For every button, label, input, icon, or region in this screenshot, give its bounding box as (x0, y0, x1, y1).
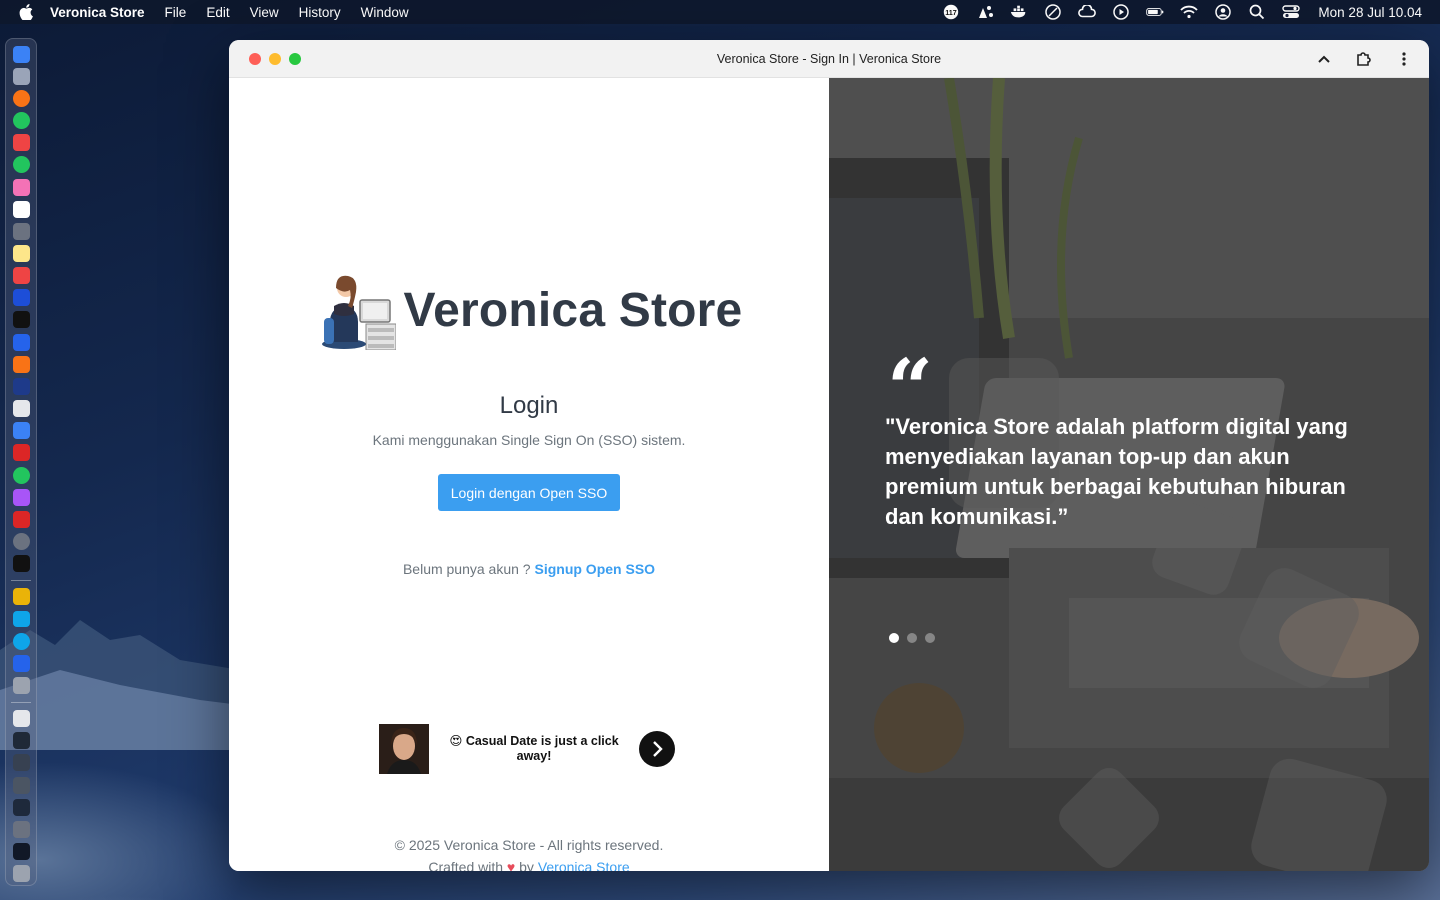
battery-icon[interactable] (1146, 4, 1164, 20)
dock (5, 38, 37, 886)
apple-menu-icon[interactable] (18, 4, 34, 20)
window-titlebar[interactable]: Veronica Store - Sign In | Veronica Stor… (229, 40, 1429, 78)
chevron-up-icon[interactable] (1309, 46, 1339, 72)
carousel-dot[interactable] (907, 633, 917, 643)
carousel-dot[interactable] (889, 633, 899, 643)
play-icon[interactable] (1112, 4, 1130, 20)
menu-window[interactable]: Window (361, 5, 409, 20)
sublime-icon[interactable] (12, 355, 30, 373)
whatsapp-icon[interactable] (12, 156, 30, 174)
menu-file[interactable]: File (165, 5, 187, 20)
user-account-icon[interactable] (1214, 4, 1232, 20)
signup-prompt: Belum punya akun ? Signup Open SSO (403, 561, 655, 577)
notification-badge-icon[interactable]: 117 (942, 4, 960, 20)
wifi-icon[interactable] (1180, 4, 1199, 20)
creative-cloud-icon[interactable] (1078, 4, 1097, 20)
docker-icon[interactable] (1010, 4, 1028, 20)
signup-prompt-text: Belum punya akun ? (402, 561, 535, 577)
footer-brand-link[interactable]: Veronica Store (538, 859, 630, 871)
vscode-icon[interactable] (12, 333, 30, 351)
brand-logo-icon (321, 275, 396, 350)
minimized-window-icon[interactable] (12, 798, 30, 816)
zoom-window-button[interactable] (289, 52, 301, 65)
settings-icon[interactable] (12, 533, 30, 550)
notes-icon[interactable] (12, 245, 30, 262)
copyright-text: © 2025 Veronica Store - All rights reser… (394, 837, 664, 853)
filezilla-icon[interactable] (12, 444, 30, 462)
brand-name: Veronica Store (403, 283, 743, 337)
browser-window: Veronica Store - Sign In | Veronica Stor… (229, 40, 1429, 871)
docker-app-icon[interactable] (12, 610, 30, 628)
heart-icon: ♥ (506, 859, 516, 871)
login-sso-button[interactable]: Login dengan Open SSO (437, 474, 621, 511)
menu-view[interactable]: View (250, 5, 279, 20)
minimize-window-button[interactable] (269, 52, 281, 65)
menu-bar: Veronica Store File Edit View History Wi… (0, 0, 1440, 24)
page-footer: © 2025 Veronica Store - All rights reser… (229, 834, 829, 871)
control-center-icon[interactable] (1282, 4, 1301, 20)
carousel-dot[interactable] (925, 633, 935, 643)
feather-icon[interactable] (1044, 4, 1062, 20)
finder-icon[interactable] (12, 45, 30, 63)
window-title: Veronica Store - Sign In | Veronica Stor… (716, 51, 942, 66)
launchpad-icon[interactable] (12, 67, 30, 85)
photo-app-icon[interactable] (12, 676, 30, 694)
crafted-prefix: Crafted with (428, 859, 507, 871)
menu-edit[interactable]: Edit (206, 5, 229, 20)
crafted-line: Crafted with ♥ by Veronica Store (229, 856, 829, 871)
anydesk-icon[interactable] (12, 510, 30, 528)
menu-history[interactable]: History (299, 5, 341, 20)
activity-monitor-icon[interactable] (12, 555, 30, 573)
photos-icon[interactable] (12, 178, 30, 196)
testimonial-quote: "Veronica Store adalah platform digital … (885, 414, 1348, 529)
network-activity-icon[interactable] (976, 4, 994, 20)
window-controls (249, 52, 301, 65)
word-icon[interactable] (12, 654, 30, 672)
firefox-icon[interactable] (12, 89, 30, 107)
brand-header: Veronica Store (316, 270, 743, 350)
minimized-window-icon[interactable] (12, 732, 30, 750)
calculator-icon[interactable] (12, 222, 30, 240)
minimized-window-icon[interactable] (12, 843, 30, 861)
crafted-by: by (515, 859, 538, 871)
search-icon[interactable] (1248, 4, 1266, 20)
telegram-icon[interactable] (12, 632, 30, 650)
chrome-icon[interactable] (12, 112, 30, 130)
more-options-icon[interactable] (1389, 46, 1419, 72)
calendar-icon[interactable] (12, 200, 30, 218)
menubar-clock[interactable]: Mon 28 Jul 10.04 (1318, 5, 1422, 20)
bitwarden-icon[interactable] (12, 289, 30, 307)
ad-banner[interactable]: 😍 Casual Date is just a click away! (379, 724, 675, 774)
spotify-icon[interactable] (12, 466, 30, 484)
todoist-icon[interactable] (12, 267, 30, 285)
badge-count: 117 (946, 8, 958, 17)
devtools-icon[interactable] (12, 377, 30, 395)
login-heading: Login (499, 392, 559, 419)
ad-text: 😍 Casual Date is just a click away! (449, 734, 619, 763)
brave-icon[interactable] (12, 134, 30, 152)
menu-app-name[interactable]: Veronica Store (50, 5, 145, 20)
minimized-window-icon[interactable] (12, 820, 30, 838)
extensions-icon[interactable] (1349, 46, 1379, 72)
trash-icon[interactable] (12, 865, 30, 883)
podcasts-icon[interactable] (12, 488, 30, 506)
app-store-icon[interactable] (12, 588, 30, 606)
qbittorrent-icon[interactable] (12, 422, 30, 440)
login-panel: Veronica Store Login Kami menggunakan Si… (229, 78, 829, 871)
close-window-button[interactable] (249, 52, 261, 65)
testimonial-panel: “ "Veronica Store adalah platform digita… (829, 78, 1429, 871)
login-subtitle: Kami menggunakan Single Sign On (SSO) si… (372, 432, 686, 448)
dock-separator (11, 701, 31, 703)
terminal-icon[interactable] (12, 311, 30, 329)
carousel-indicators (889, 633, 935, 643)
minimized-window-icon[interactable] (12, 776, 30, 794)
chevron-right-icon[interactable] (639, 731, 675, 767)
minimized-window-icon[interactable] (12, 754, 30, 772)
signup-link[interactable]: Signup Open SSO (534, 561, 655, 577)
dock-separator (11, 579, 31, 581)
ad-photo (379, 724, 429, 774)
minimized-window-icon[interactable] (12, 710, 30, 728)
vim-icon[interactable] (12, 400, 30, 418)
